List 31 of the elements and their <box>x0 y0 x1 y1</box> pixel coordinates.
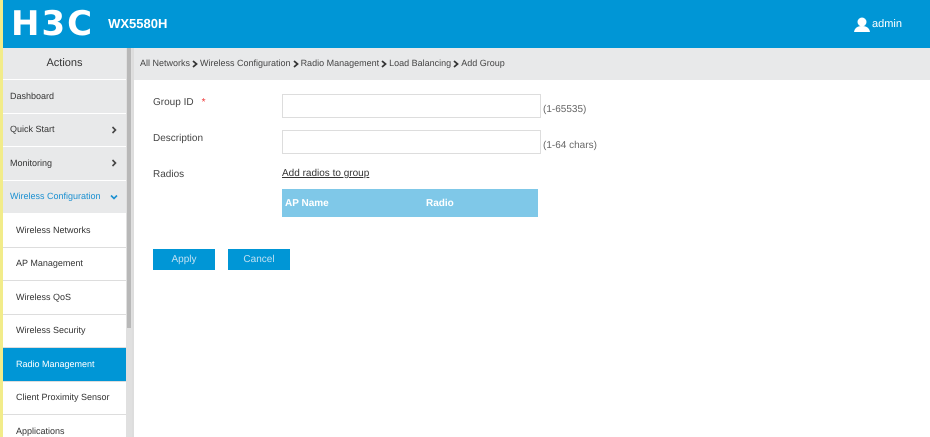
chevron-icon <box>110 126 118 134</box>
input-field[interactable] <box>282 94 541 118</box>
breadcrumb-item[interactable]: Load Balancing <box>389 57 452 71</box>
chevron-icon <box>192 60 198 68</box>
breadcrumb-item: Add Group <box>461 57 505 70</box>
user-icon <box>854 16 870 32</box>
field-label: Group ID <box>153 97 194 108</box>
chevron-icon <box>292 60 299 68</box>
chevron-icon <box>381 60 388 68</box>
column-header: Radio <box>425 196 454 210</box>
required-mark: * <box>202 97 206 108</box>
breadcrumb-item[interactable]: Wireless Configuration <box>200 57 291 71</box>
chevron-icon <box>110 192 118 201</box>
logo: H3C <box>11 7 94 41</box>
chevron-icon <box>453 60 460 68</box>
column-header: AP Name <box>284 196 330 210</box>
input-field[interactable] <box>282 130 541 154</box>
menu-item[interactable]: Dashboard <box>3 80 126 114</box>
menu-item[interactable]: Quick Start <box>3 114 126 147</box>
chevron-icon <box>110 159 118 168</box>
field-hint: (1-64 chars) <box>543 139 597 153</box>
breadcrumb-item[interactable]: All Networks <box>140 57 190 71</box>
device-model: WX5580H <box>108 15 168 34</box>
scrollbar[interactable] <box>126 48 132 437</box>
menu-item[interactable]: Monitoring <box>3 147 126 180</box>
add-radios-link[interactable]: Add radios to group <box>282 168 370 179</box>
field-hint: (1-65535) <box>543 103 586 117</box>
sidebar-title: Actions <box>3 48 126 80</box>
field-label: Description <box>153 133 204 144</box>
breadcrumb-item[interactable]: Radio Management <box>300 57 380 71</box>
field-label: Radios <box>153 169 184 180</box>
